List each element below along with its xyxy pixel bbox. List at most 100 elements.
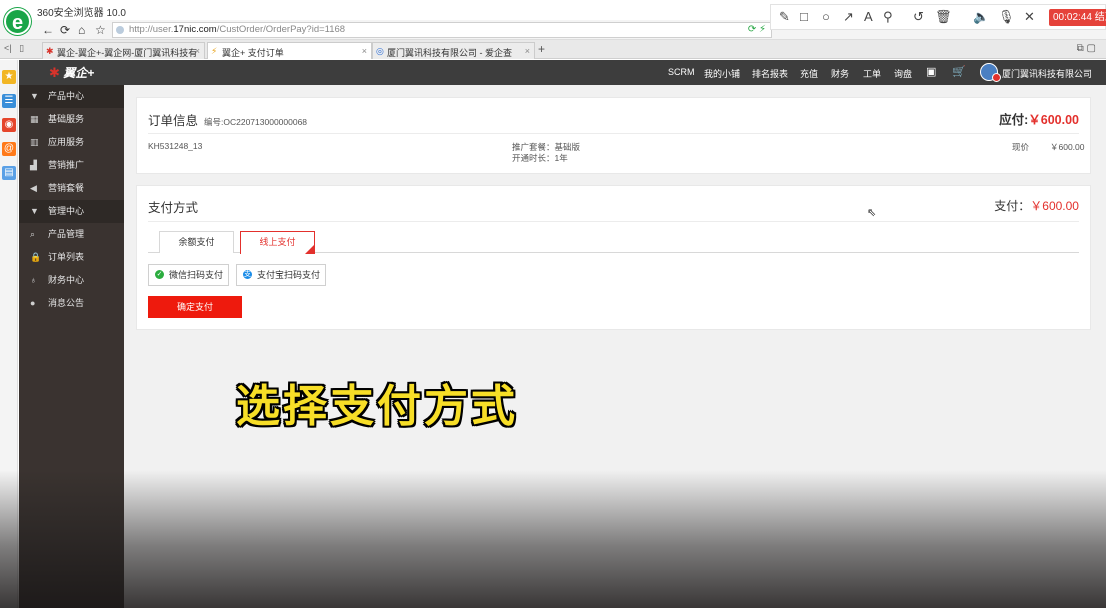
text-tool-icon[interactable]: A	[864, 9, 873, 24]
tab-yiqi-home[interactable]: ✱ 翼企-翼企+-翼企网-厦门翼讯科技有 ×	[42, 42, 205, 59]
menu-order-list[interactable]: 🔒 订单列表	[19, 246, 124, 269]
menu-product-center[interactable]: ▼ 产品中心	[19, 85, 124, 108]
notification-badge-icon	[992, 73, 1001, 82]
megaphone-icon: ◀	[30, 183, 37, 193]
menu-app-service[interactable]: ▥ 应用服务	[19, 131, 124, 154]
tab-label: 厦门翼讯科技有限公司 - 爱企查	[387, 48, 512, 58]
speed-mode-icon[interactable]: ⟳ ⚡	[748, 23, 766, 37]
alipay-button[interactable]: 支支付宝扫码支付	[236, 264, 327, 286]
favorites-star-icon[interactable]: ★	[2, 70, 16, 84]
nav-ranking-report[interactable]: 排名报表	[752, 67, 788, 80]
payable-amount: 应付:￥600.00	[999, 109, 1079, 128]
speaker-icon[interactable]: 🔈	[973, 9, 989, 25]
payment-total-label: 支付：	[994, 199, 1031, 213]
undo-icon[interactable]: ↺	[913, 9, 924, 25]
payment-title: 支付方式	[148, 201, 199, 215]
alipay-icon: 支	[243, 270, 252, 279]
video-caption: 选择支付方式	[236, 382, 518, 431]
method-label: 支付宝扫码支付	[257, 270, 321, 280]
caret-down-icon: ▼	[30, 91, 39, 101]
url-prefix: http://user.	[129, 24, 174, 35]
menu-management-center[interactable]: ▼ 管理中心	[19, 200, 124, 223]
tab-list-icon[interactable]: ⧉ ▢	[1077, 43, 1096, 54]
bar-chart-icon: ▟	[30, 160, 37, 170]
menu-label: 营销套餐	[48, 183, 85, 193]
payable-value: ￥600.00	[1028, 113, 1079, 127]
back-arrow-icon[interactable]: ←	[42, 23, 54, 37]
menu-label: 应用服务	[48, 137, 85, 147]
close-icon[interactable]: ×	[195, 46, 200, 56]
bookmark-star-icon[interactable]: ☆	[95, 23, 106, 37]
nav-scrm[interactable]: SCRM	[668, 67, 695, 77]
rectangle-icon[interactable]: □	[800, 9, 808, 24]
logo-mark-icon: ✱	[49, 65, 60, 80]
menu-label: 财务中心	[48, 275, 85, 285]
order-info-title: 订单信息 编号:OC220713000000068	[148, 110, 307, 129]
document-icon[interactable]: ▤	[2, 166, 16, 180]
message-icon[interactable]: ▣	[926, 65, 936, 78]
money-bag-icon: ♁	[30, 275, 37, 285]
menu-marketing-package[interactable]: ◀ 营销套餐	[19, 177, 124, 200]
circle-icon[interactable]: ○	[822, 9, 830, 24]
menu-announcements[interactable]: ● 消息公告	[19, 292, 124, 315]
customer-code: KH531248_13	[148, 141, 203, 151]
duration-info: 开通时长：1年	[512, 153, 568, 163]
menu-marketing[interactable]: ▟ 营销推广	[19, 154, 124, 177]
payment-panel: 支付方式 支付：￥600.00 余额支付 线上支付 ✓ 微信扫码支付 支支付宝扫码…	[136, 185, 1091, 330]
menu-label: 产品中心	[48, 91, 85, 101]
company-name[interactable]: 厦门翼讯科技有限公司	[1002, 67, 1092, 80]
nav-finance[interactable]: 财务	[831, 67, 849, 80]
tab-balance-payment[interactable]: 余额支付	[159, 231, 234, 253]
close-icon[interactable]: ×	[525, 46, 530, 56]
arrow-icon[interactable]: ↗	[843, 9, 854, 25]
app-header: ✱ 翼企+ SCRM 我的小铺 排名报表 充值 财务 工单 询盘 ▣ 🛒 厦门翼…	[19, 60, 1106, 85]
tab-aiqicha[interactable]: ◎ 厦门翼讯科技有限公司 - 爱企查 ×	[372, 42, 535, 59]
nav-my-shop[interactable]: 我的小铺	[704, 67, 740, 80]
method-label: 微信扫码支付	[169, 270, 224, 280]
tab-favicon-icon: ◎	[376, 46, 384, 56]
menu-product-management[interactable]: ⌕ 产品管理	[19, 223, 124, 246]
confirm-pay-button[interactable]: 确定支付	[148, 296, 242, 318]
cart-icon[interactable]: 🛒	[952, 65, 966, 78]
wechat-pay-button[interactable]: ✓ 微信扫码支付	[148, 264, 230, 286]
list-icon[interactable]: ☰	[2, 94, 16, 108]
box-icon: ▦	[30, 114, 39, 124]
app-logo[interactable]: ✱ 翼企+	[49, 64, 94, 81]
order-title-text: 订单信息	[148, 114, 199, 128]
trash-icon[interactable]: 🗑	[935, 9, 952, 25]
new-tab-plus-icon[interactable]: +	[538, 42, 545, 56]
divider	[148, 221, 1079, 222]
highlighter-icon[interactable]: ⚲	[883, 9, 893, 25]
email-icon[interactable]: @	[2, 142, 16, 156]
tab-label: 翼企-翼企+-翼企网-厦门翼讯科技有	[57, 48, 198, 58]
tab-favicon-icon: ⚡	[211, 46, 218, 56]
building-icon: ▥	[30, 137, 39, 147]
divider	[148, 133, 1079, 134]
nav-inquiry[interactable]: 询盘	[894, 67, 912, 80]
chat-icon: ●	[30, 298, 36, 308]
menu-basic-service[interactable]: ▦ 基础服务	[19, 108, 124, 131]
wechat-icon: ✓	[155, 270, 164, 279]
home-icon[interactable]: ⌂	[78, 23, 85, 37]
close-icon[interactable]: ×	[362, 46, 367, 56]
nav-recharge[interactable]: 充值	[800, 67, 818, 80]
tab-online-payment[interactable]: 线上支付	[240, 231, 315, 254]
menu-label: 基础服务	[48, 114, 85, 124]
pencil-icon[interactable]: ✎	[779, 9, 790, 25]
url-input[interactable]: http://user.17nic.com/CustOrder/OrderPay…	[112, 22, 772, 38]
order-number: 编号:OC220713000000068	[204, 117, 308, 127]
close-icon[interactable]: ✕	[1024, 9, 1035, 25]
nav-work-order[interactable]: 工单	[863, 67, 881, 80]
weibo-icon[interactable]: ◉	[2, 118, 16, 132]
tabs-collapse-icon[interactable]: <| ▯	[4, 43, 24, 54]
browser-title: 360安全浏览器 10.0	[37, 8, 126, 19]
video-fade-overlay	[0, 470, 1106, 608]
recording-timer-button[interactable]: 00:02:44 结束	[1049, 9, 1106, 26]
menu-label: 管理中心	[48, 206, 85, 216]
tab-pay-order[interactable]: ⚡ 翼企+ 支付订单 ×	[207, 42, 372, 59]
url-path: /CustOrder/OrderPay?id=1168	[216, 24, 346, 35]
menu-label: 消息公告	[48, 298, 85, 308]
menu-finance-center[interactable]: ♁ 财务中心	[19, 269, 124, 292]
microphone-icon[interactable]: 🎙	[998, 9, 1015, 25]
refresh-icon[interactable]: ⟳	[60, 23, 70, 37]
